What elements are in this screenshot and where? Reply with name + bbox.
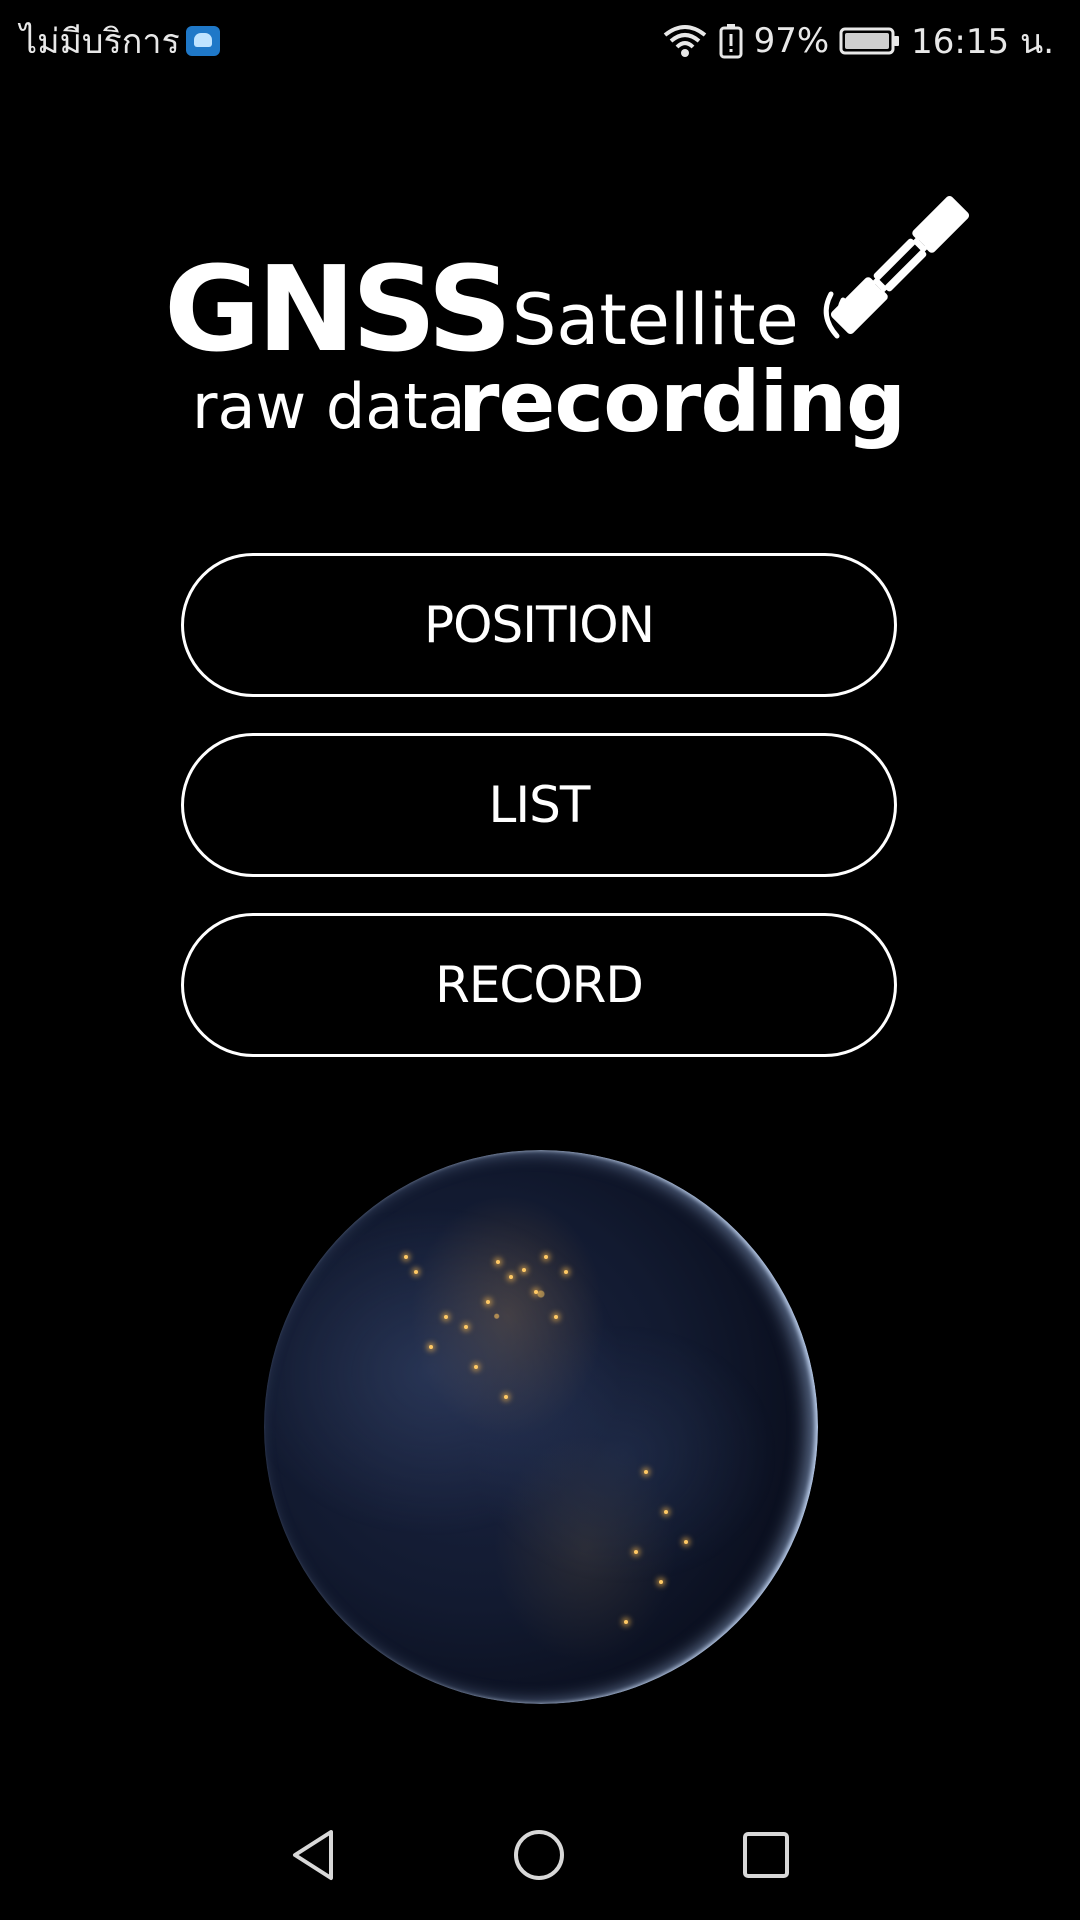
battery-percent: 97% <box>753 21 830 61</box>
satellite-icon <box>805 190 975 360</box>
app-logo: GNSS Satellite raw data recording <box>160 195 970 460</box>
position-button[interactable]: POSITION <box>181 553 897 697</box>
carrier-app-icon <box>185 26 220 56</box>
position-button-label: POSITION <box>423 596 655 654</box>
list-button[interactable]: LIST <box>181 733 897 877</box>
logo-gnss-text: GNSS <box>164 240 512 378</box>
home-icon[interactable] <box>512 1828 566 1882</box>
carrier-status: ไม่มีบริการ <box>20 14 220 68</box>
recents-icon[interactable] <box>741 1830 791 1880</box>
record-button-label: RECORD <box>435 956 644 1014</box>
logo-recording-text: recording <box>458 353 906 451</box>
battery-alert-icon <box>718 23 744 59</box>
logo-satellite-text: Satellite <box>512 279 799 361</box>
status-bar: ไม่มีบริการ 97% 16:15 น. <box>0 0 1080 74</box>
carrier-label: ไม่มีบริการ <box>20 22 180 62</box>
logo-rawdata-text: raw data <box>192 370 466 443</box>
list-button-label: LIST <box>488 776 591 834</box>
navigation-bar <box>0 1790 1080 1920</box>
battery-icon <box>839 25 901 57</box>
back-icon[interactable] <box>289 1828 337 1882</box>
record-button[interactable]: RECORD <box>181 913 897 1057</box>
wifi-icon <box>662 23 708 59</box>
earth-night-icon <box>264 1150 818 1704</box>
clock: 16:15 น. <box>911 22 1054 62</box>
status-icons: 97% 16:15 น. <box>662 14 1054 68</box>
